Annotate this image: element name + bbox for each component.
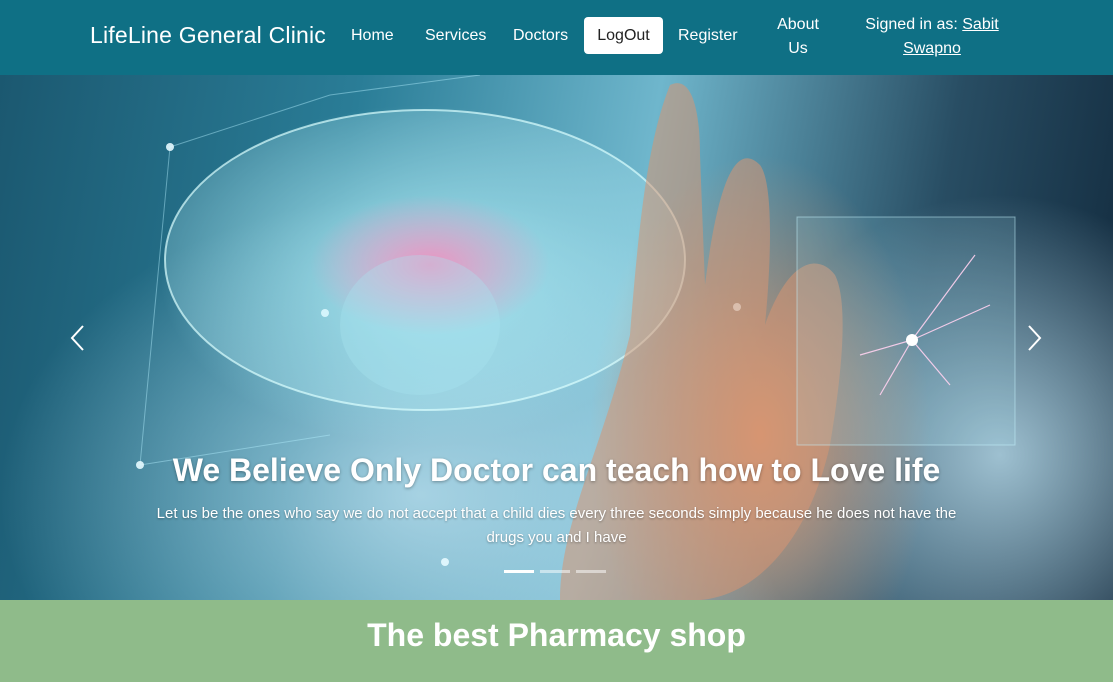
brand-link[interactable]: LifeLine General Clinic [90, 22, 326, 49]
nav-register[interactable]: Register [678, 27, 738, 45]
carousel-caption: We Believe Only Doctor can teach how to … [150, 450, 963, 550]
carousel-title: We Believe Only Doctor can teach how to … [172, 452, 941, 488]
logout-button[interactable]: LogOut [584, 17, 663, 54]
nav-home[interactable]: Home [351, 27, 394, 45]
nav-about-line2: Us [788, 40, 808, 57]
carousel-text: Let us be the ones who say we do not acc… [156, 505, 957, 546]
chevron-right-icon [1028, 325, 1042, 351]
carousel-next-button[interactable] [1020, 323, 1050, 353]
pharmacy-section: The best Pharmacy shop [0, 600, 1113, 682]
hero-carousel: We Believe Only Doctor can teach how to … [0, 75, 1113, 600]
carousel-indicator[interactable] [576, 570, 606, 573]
carousel-prev-button[interactable] [62, 323, 92, 353]
nav-services[interactable]: Services [425, 27, 486, 45]
carousel-indicator[interactable] [504, 570, 534, 573]
signed-in-status: Signed in as: Sabit Swapno [862, 13, 1002, 61]
signed-in-label: Signed in as: [865, 16, 958, 33]
pharmacy-title: The best Pharmacy shop [367, 617, 746, 653]
nav-about-us[interactable]: About Us [770, 13, 826, 61]
signed-in-user-link[interactable]: Sabit [962, 16, 998, 33]
nav-doctors[interactable]: Doctors [513, 27, 568, 45]
navbar: LifeLine General Clinic Home Services Do… [0, 0, 1113, 75]
signed-in-user-link-cont[interactable]: Swapno [903, 40, 961, 57]
chevron-left-icon [70, 325, 84, 351]
carousel-indicators [504, 570, 606, 573]
nav-about-line1: About [777, 16, 819, 33]
carousel-indicator[interactable] [540, 570, 570, 573]
